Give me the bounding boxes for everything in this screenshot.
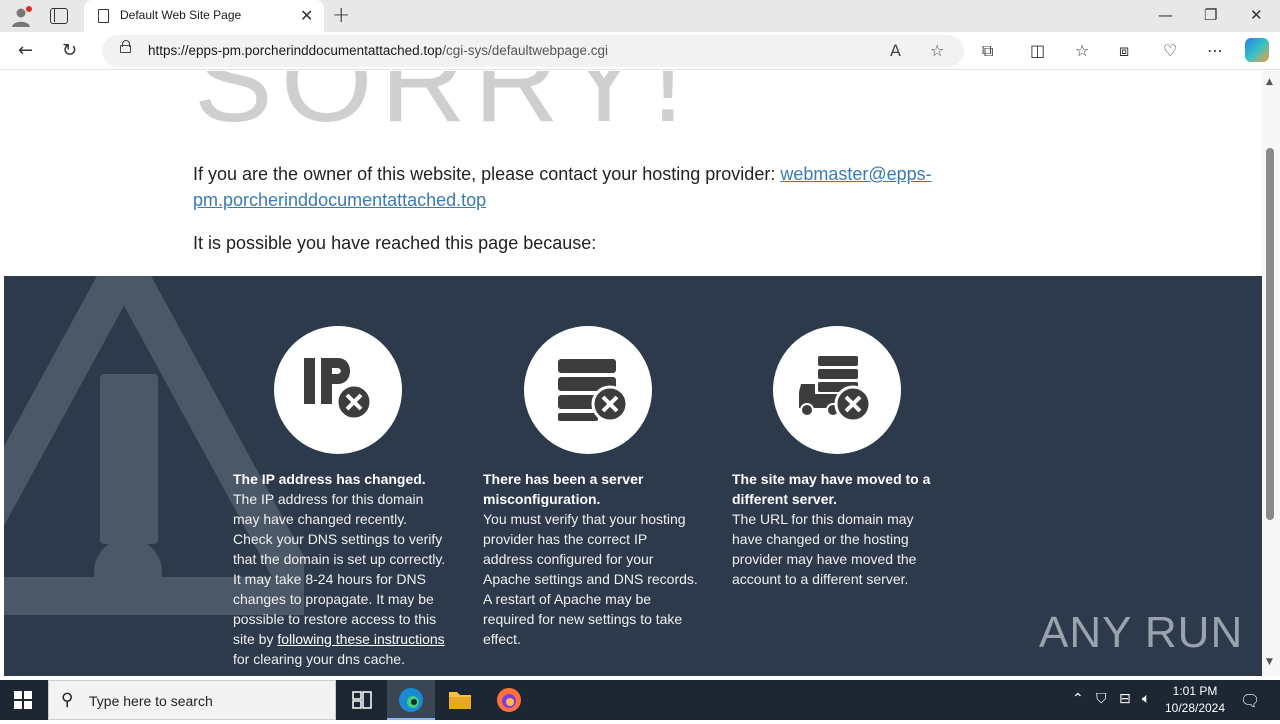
server-error-icon bbox=[524, 326, 652, 454]
restore-button[interactable]: ❐ bbox=[1204, 6, 1217, 24]
reason-server-misconfig: There has been a server misconfiguration… bbox=[483, 469, 698, 649]
url-text[interactable]: https://epps-pm.porcherinddocumentattach… bbox=[148, 43, 608, 58]
navigation-bar: ← ↻ https://epps-pm.porcherinddocumentat… bbox=[0, 32, 1280, 70]
clock-time: 1:01 PM bbox=[1172, 684, 1218, 698]
new-tab-button[interactable]: + bbox=[332, 3, 350, 28]
file-explorer-icon[interactable] bbox=[436, 680, 484, 720]
profile-icon[interactable] bbox=[10, 6, 32, 28]
extensions-icon[interactable]: ⧉ bbox=[982, 41, 993, 61]
scroll-down-arrow[interactable]: ▼ bbox=[1266, 657, 1273, 667]
clock-date: 10/28/2024 bbox=[1164, 701, 1226, 715]
edge-browser-icon[interactable] bbox=[387, 680, 435, 720]
lock-icon[interactable] bbox=[120, 40, 131, 53]
security-icon[interactable]: ⛉ bbox=[1096, 691, 1107, 707]
network-icon[interactable]: ⊟ bbox=[1119, 691, 1131, 707]
reason-ip-changed: The IP address has changed. The IP addre… bbox=[233, 469, 448, 669]
search-icon: ⚲ bbox=[61, 690, 74, 710]
reasons-panel: The IP address has changed. The IP addre… bbox=[4, 276, 1262, 676]
taskbar: ⚲ Type here to search ⌃ ⛉ ⊟ 🔈︎ 1:01 PM 1… bbox=[0, 680, 1280, 720]
close-window-button[interactable]: ✕ bbox=[1250, 6, 1263, 24]
reason-moved-body: The URL for this domain may have changed… bbox=[732, 511, 917, 587]
more-options-icon[interactable]: ⋯ bbox=[1207, 41, 1223, 60]
ip-error-icon bbox=[274, 326, 402, 454]
favorite-star-icon[interactable]: ☆ bbox=[930, 41, 944, 60]
split-screen-icon[interactable]: ◫ bbox=[1030, 41, 1045, 60]
instructions-link[interactable]: following these instructions bbox=[277, 631, 444, 647]
reason-server-body: You must verify that your hosting provid… bbox=[483, 511, 698, 647]
anyrun-watermark: ANY RUN bbox=[1039, 608, 1244, 657]
owner-message: If you are the owner of this website, pl… bbox=[193, 164, 932, 210]
reason-ip-heading: The IP address has changed. bbox=[233, 471, 426, 487]
read-aloud-icon[interactable]: A bbox=[890, 41, 901, 60]
favorites-icon[interactable]: ☆ bbox=[1075, 41, 1089, 60]
tab-default-web-site[interactable]: Default Web Site Page ✕ bbox=[84, 0, 324, 32]
windows-start-icon[interactable] bbox=[14, 691, 32, 709]
reason-site-moved: The site may have moved to a different s… bbox=[732, 469, 947, 589]
page-scrollbar[interactable]: ▲ ▼ bbox=[1262, 71, 1280, 676]
sorry-heading: SORRY! bbox=[194, 71, 693, 147]
copilot-icon[interactable] bbox=[1245, 38, 1269, 62]
minimize-button[interactable]: — bbox=[1158, 6, 1173, 24]
search-placeholder: Type here to search bbox=[89, 693, 213, 709]
task-view-icon[interactable] bbox=[338, 680, 386, 720]
scroll-up-arrow[interactable]: ▲ bbox=[1266, 77, 1273, 87]
moving-truck-error-icon bbox=[773, 326, 901, 454]
volume-icon[interactable]: 🔈︎ bbox=[1142, 691, 1150, 707]
back-button[interactable]: ← bbox=[18, 40, 33, 61]
taskbar-search[interactable]: ⚲ Type here to search bbox=[48, 680, 336, 720]
reason-moved-heading: The site may have moved to a different s… bbox=[732, 471, 931, 507]
reason-server-heading: There has been a server misconfiguration… bbox=[483, 471, 644, 507]
refresh-button[interactable]: ↻ bbox=[62, 40, 77, 61]
page-icon bbox=[98, 9, 109, 23]
collections-icon[interactable]: ⧈ bbox=[1119, 41, 1129, 61]
address-bar[interactable]: https://epps-pm.porcherinddocumentattach… bbox=[102, 35, 964, 67]
clock[interactable]: 1:01 PM 10/28/2024 bbox=[1160, 683, 1230, 717]
scroll-thumb[interactable] bbox=[1266, 148, 1274, 520]
browser-essentials-icon[interactable]: ♡ bbox=[1163, 41, 1177, 60]
title-bar: Default Web Site Page ✕ + — ❐ ✕ bbox=[0, 0, 1280, 32]
show-hidden-icons-icon[interactable]: ⌃ bbox=[1072, 691, 1084, 707]
tab-actions-icon[interactable] bbox=[50, 8, 68, 24]
reason-ip-body: The IP address for this domain may have … bbox=[233, 491, 446, 667]
tab-close-icon[interactable]: ✕ bbox=[300, 6, 313, 25]
reason-intro: It is possible you have reached this pag… bbox=[193, 233, 597, 253]
web-page: SORRY! If you are the owner of this webs… bbox=[4, 71, 1262, 676]
tab-title: Default Web Site Page bbox=[120, 8, 242, 22]
firefox-icon[interactable] bbox=[485, 680, 533, 720]
notifications-icon[interactable]: 🗨︎ bbox=[1240, 691, 1260, 710]
